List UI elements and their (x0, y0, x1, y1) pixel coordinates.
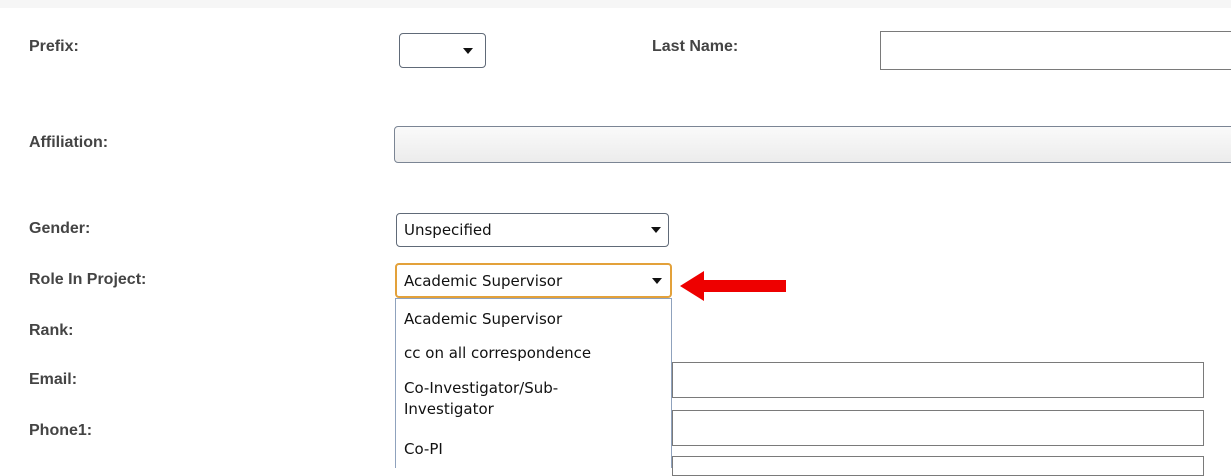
phone1-label: Phone1: (29, 422, 93, 439)
affiliation-label: Affiliation: (29, 134, 109, 151)
last-name-label: Last Name: (652, 38, 739, 55)
dropdown-option[interactable]: cc on all correspondence (404, 344, 591, 362)
prefix-label: Prefix: (29, 38, 79, 55)
prefix-select[interactable] (399, 33, 486, 68)
dropdown-option[interactable]: Academic Supervisor (404, 310, 562, 328)
last-name-input[interactable] (880, 31, 1231, 70)
phone1-input[interactable] (672, 410, 1204, 446)
role-in-project-select[interactable]: Academic Supervisor (395, 263, 672, 298)
chevron-down-icon (651, 227, 661, 233)
gender-select[interactable]: Unspecified (396, 213, 669, 247)
gender-value: Unspecified (404, 221, 492, 239)
top-band (0, 0, 1231, 8)
dropdown-option[interactable]: Co-Investigator/Sub-Investigator (404, 378, 634, 420)
chevron-down-icon (652, 277, 662, 284)
chevron-down-icon (463, 47, 473, 54)
email-input[interactable] (672, 362, 1204, 398)
red-arrow-icon (680, 271, 786, 301)
rank-label: Rank: (29, 322, 74, 339)
role-in-project-label: Role In Project: (29, 271, 147, 288)
role-in-project-value: Academic Supervisor (404, 271, 563, 290)
next-input[interactable] (672, 456, 1204, 476)
dropdown-option[interactable]: Co-PI (404, 440, 443, 458)
affiliation-field[interactable] (394, 126, 1231, 163)
role-in-project-dropdown: Academic Supervisor cc on all correspond… (395, 298, 672, 468)
gender-label: Gender: (29, 220, 91, 237)
email-label: Email: (29, 371, 78, 388)
